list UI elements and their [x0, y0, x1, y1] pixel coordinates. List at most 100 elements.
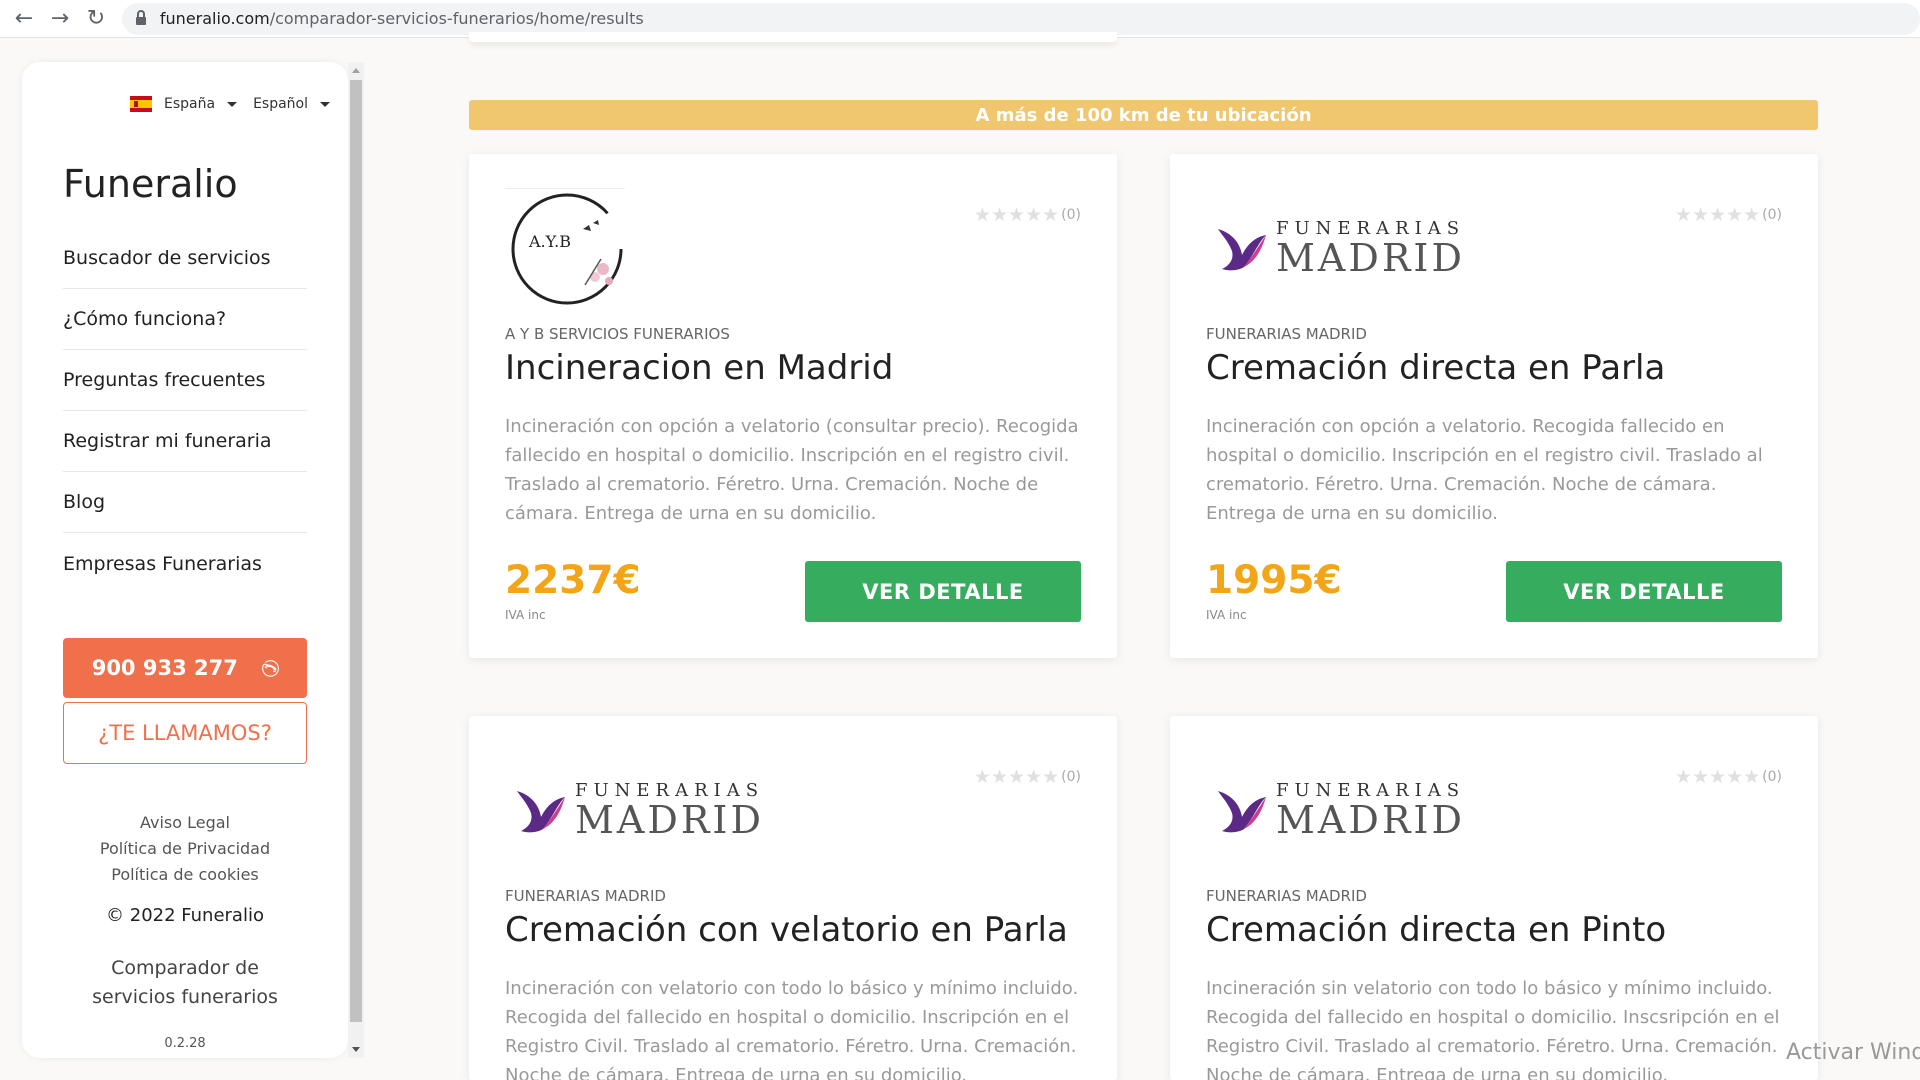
tax-note: IVA inc	[505, 608, 546, 622]
company-logo: FUNERARIAS MADRID	[1206, 750, 1465, 870]
sidebar-item-como-funciona[interactable]: ¿Cómo funciona?	[63, 289, 307, 350]
legal-links: Aviso Legal Política de Privacidad Polít…	[22, 810, 348, 888]
country-select[interactable]: España	[164, 96, 238, 112]
funerarias-madrid-logo: FUNERARIAS MADRID	[1206, 188, 1465, 308]
rating-count: (0)	[1061, 207, 1081, 223]
star-icon: ★	[1674, 766, 1692, 788]
scroll-down-icon[interactable]	[352, 1047, 360, 1052]
rating-stars: ★ ★ ★ ★ ★ (0)	[974, 766, 1081, 788]
ayb-logo: A.Y.B	[505, 188, 625, 308]
company-logo: FUNERARIAS MADRID	[505, 750, 764, 870]
service-title[interactable]: Cremación directa en Pinto	[1206, 910, 1666, 950]
star-icon: ★	[1691, 766, 1710, 788]
service-price: 1995€	[1206, 558, 1342, 603]
star-icon: ★	[1726, 766, 1744, 788]
funerarias-madrid-logo: FUNERARIAS MADRID	[1206, 750, 1465, 870]
funerarias-madrid-logo: FUNERARIAS MADRID	[505, 750, 764, 870]
logo-text-bottom: MADRID	[575, 798, 764, 842]
legal-link-privacidad[interactable]: Política de Privacidad	[22, 836, 348, 862]
forward-arrow-icon[interactable]: →	[42, 1, 78, 37]
sidebar-item-empresas[interactable]: Empresas Funerarias	[63, 533, 307, 594]
legal-link-aviso[interactable]: Aviso Legal	[22, 810, 348, 836]
comparador-text: Comparador de servicios funerarios	[92, 957, 278, 1008]
service-card: FUNERARIAS MADRID ★ ★ ★ ★ ★ (0) FUNERARIAS M…	[1170, 716, 1818, 1080]
star-icon: ★	[1691, 204, 1710, 226]
star-icon: ★	[973, 766, 991, 788]
star-icon: ★	[1042, 766, 1060, 788]
star-icon: ★	[1025, 766, 1043, 788]
sidebar-item-registrar[interactable]: Registrar mi funeraria	[63, 411, 307, 472]
star-icon: ★	[1743, 766, 1761, 788]
company-name: A Y B SERVICIOS FUNERARIOS	[505, 325, 730, 343]
scroll-up-icon[interactable]	[352, 68, 360, 73]
company-name: FUNERARIAS MADRID	[1206, 325, 1367, 343]
phone-call-button[interactable]: 900 933 277 ✆	[63, 638, 307, 698]
service-card: A.Y.B ★ ★ ★ ★ ★ (0) A Y B SERVICIOS FUNERARI…	[469, 154, 1117, 658]
callback-button[interactable]: ¿TE LLAMAMOS?	[63, 702, 307, 764]
tax-note: IVA inc	[1206, 608, 1247, 622]
country-label: España	[164, 96, 216, 112]
rating-count: (0)	[1762, 207, 1782, 223]
sidebar-scrollbar[interactable]	[348, 62, 364, 1058]
lock-icon	[135, 9, 146, 25]
company-name: FUNERARIAS MADRID	[1206, 887, 1367, 905]
sidebar-menu: Buscador de servicios ¿Cómo funciona? Pr…	[63, 228, 307, 594]
previous-card-edge	[469, 32, 1117, 42]
star-icon: ★	[1008, 204, 1026, 226]
bird-icon	[1218, 229, 1266, 271]
sidebar-item-buscador[interactable]: Buscador de servicios	[63, 228, 307, 289]
view-detail-button[interactable]: VER DETALLE	[1506, 561, 1782, 622]
service-description: Incineración con velatorio con todo lo b…	[505, 978, 1079, 1080]
service-price: 2237€	[505, 558, 641, 603]
service-card: FUNERARIAS MADRID ★ ★ ★ ★ ★ (0) FUNERARIAS M…	[469, 716, 1117, 1080]
distance-banner: A más de 100 km de tu ubicación	[469, 100, 1818, 130]
service-description: Incineración con opción a velatorio. Rec…	[1206, 416, 1763, 524]
company-name: FUNERARIAS MADRID	[505, 887, 666, 905]
service-description: Incineración con opción a velatorio (con…	[505, 416, 1079, 524]
service-title[interactable]: Incineracion en Madrid	[505, 348, 893, 388]
url-path: /comparador-servicios-funerarios/home/re…	[269, 9, 644, 28]
service-title[interactable]: Cremación con velatorio en Parla	[505, 910, 1068, 950]
language-label: Español	[253, 96, 308, 112]
star-icon: ★	[973, 204, 991, 226]
sidebar-item-preguntas[interactable]: Preguntas frecuentes	[63, 350, 307, 411]
company-logo: A.Y.B	[505, 188, 625, 308]
copyright: © 2022 Funeralio	[106, 905, 264, 926]
logo-text-bottom: MADRID	[1276, 236, 1465, 280]
service-card: FUNERARIAS MADRID ★ ★ ★ ★ ★ (0) FUNERARIAS M…	[1170, 154, 1818, 658]
star-icon: ★	[1709, 204, 1727, 226]
chevron-down-icon	[227, 101, 238, 107]
language-select[interactable]: Español	[253, 96, 330, 112]
star-icon: ★	[990, 766, 1009, 788]
phone-number: 900 933 277	[91, 656, 238, 680]
rating-stars: ★ ★ ★ ★ ★ (0)	[1675, 766, 1782, 788]
star-icon: ★	[1709, 766, 1727, 788]
star-icon: ★	[1726, 204, 1744, 226]
phone-icon: ✆	[256, 658, 282, 678]
view-detail-button[interactable]: VER DETALLE	[805, 561, 1081, 622]
service-title[interactable]: Cremación directa en Parla	[1206, 348, 1665, 388]
reload-icon[interactable]: ↻	[78, 1, 114, 37]
chevron-down-icon	[320, 101, 330, 107]
locale-selector: España Español	[130, 96, 330, 112]
star-icon: ★	[1743, 204, 1761, 226]
sidebar: España Español Funeralio Buscador de ser…	[22, 62, 348, 1058]
back-arrow-icon[interactable]: ←	[6, 1, 42, 37]
rating-count: (0)	[1061, 769, 1081, 785]
rating-count: (0)	[1762, 769, 1782, 785]
url-domain: funeralio.com	[159, 9, 270, 28]
star-icon: ★	[1674, 204, 1692, 226]
ayb-logo-text: A.Y.B	[528, 232, 571, 251]
company-logo: FUNERARIAS MADRID	[1206, 188, 1465, 308]
address-bar[interactable]: funeralio.com/comparador-servicios-funer…	[121, 2, 1920, 35]
star-icon: ★	[990, 204, 1009, 226]
sidebar-item-blog[interactable]: Blog	[63, 472, 307, 533]
brand-logo[interactable]: Funeralio	[63, 162, 238, 206]
scrollbar-thumb[interactable]	[350, 80, 362, 1022]
logo-text-bottom: MADRID	[1276, 798, 1465, 842]
bird-icon	[1218, 791, 1266, 833]
bird-icon	[517, 791, 565, 833]
rating-stars: ★ ★ ★ ★ ★ (0)	[1675, 204, 1782, 226]
legal-link-cookies[interactable]: Política de cookies	[22, 862, 348, 888]
spain-flag-icon	[130, 96, 152, 112]
